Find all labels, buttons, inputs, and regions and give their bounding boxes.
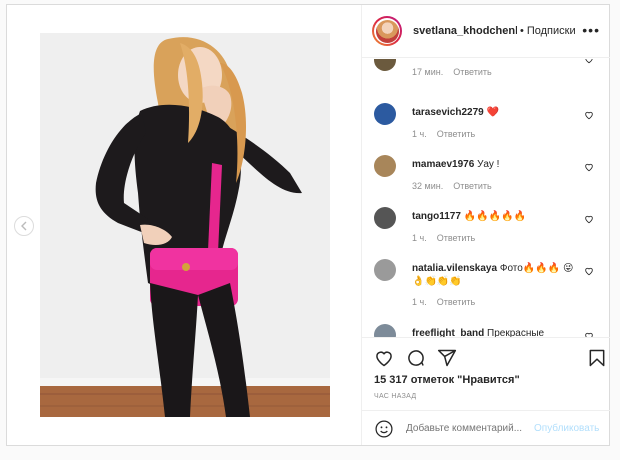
like-heart-icon[interactable] xyxy=(374,348,394,368)
comment-username[interactable]: natalia.vilenskaya xyxy=(412,263,497,274)
add-comment-row: Опубликовать xyxy=(362,410,610,446)
comment-time: 1 ч. xyxy=(412,233,427,243)
bookmark-icon[interactable] xyxy=(587,348,607,368)
reply-button[interactable]: Ответить xyxy=(453,67,491,77)
comment-text: Прекрасные xyxy=(487,328,545,337)
comment-time: 1 ч. xyxy=(412,297,427,307)
post-photo[interactable] xyxy=(40,33,330,417)
post-media xyxy=(7,5,362,445)
emoji-icon[interactable] xyxy=(374,419,394,439)
comment-item: 17 мин. Ответить xyxy=(362,59,610,101)
comments-list: 17 мин. Ответить tarasevich2279 ❤️ 1 ч. От… xyxy=(362,59,610,337)
reply-button[interactable]: Ответить xyxy=(437,233,475,243)
share-icon[interactable] xyxy=(437,348,457,368)
comment-avatar[interactable] xyxy=(374,259,396,281)
like-comment-icon[interactable] xyxy=(584,266,594,276)
comment-time: 1 ч. xyxy=(412,129,427,139)
post-timestamp[interactable]: ЧАС НАЗАД xyxy=(374,393,416,400)
post-actions: 15 317 отметок "Нравится" ЧАС НАЗАД Опуб… xyxy=(362,337,610,445)
like-comment-icon[interactable] xyxy=(584,59,594,64)
chevron-left-icon xyxy=(21,221,27,231)
comment-item: tarasevich2279 ❤️ 1 ч. Ответить xyxy=(362,103,610,155)
comment-item: freeflight_band Прекрасные xyxy=(362,324,610,337)
comment-item: natalia.vilenskaya Фото🔥🔥🔥 😜👌👏👏👏 1 ч. Отв… xyxy=(362,259,610,323)
reply-button[interactable]: Ответить xyxy=(437,129,475,139)
comment-avatar[interactable] xyxy=(374,155,396,177)
comment-text: Уау ! xyxy=(477,159,500,170)
reply-button[interactable]: Ответить xyxy=(453,181,491,191)
add-comment-input[interactable] xyxy=(406,423,531,434)
post-header: svetlana_khodchenkova • Подписки ••• xyxy=(362,5,610,58)
like-comment-icon[interactable] xyxy=(584,214,594,224)
comment-avatar[interactable] xyxy=(374,59,396,71)
comment-item: mamaev1976 Уау ! 32 мин. Ответить xyxy=(362,155,610,207)
comment-text: ❤️ xyxy=(486,107,499,118)
more-options-icon[interactable]: ••• xyxy=(582,23,600,37)
like-comment-icon[interactable] xyxy=(584,110,594,120)
comment-username[interactable]: tango1177 xyxy=(412,211,461,222)
likes-count[interactable]: 15 317 отметок "Нравится" xyxy=(374,374,520,386)
comment-time: 17 мин. xyxy=(412,67,444,77)
instagram-post: svetlana_khodchenkova • Подписки ••• 17 … xyxy=(6,4,610,446)
following-button[interactable]: Подписки xyxy=(527,25,576,37)
author-username[interactable]: svetlana_khodchenkova xyxy=(413,25,517,37)
comment-username[interactable]: freeflight_band xyxy=(412,328,484,337)
comment-item: tango1177 🔥🔥🔥🔥🔥 1 ч. Ответить xyxy=(362,207,610,259)
comment-username[interactable]: mamaev1976 xyxy=(412,159,474,170)
comment-text: 🔥🔥🔥🔥🔥 xyxy=(463,211,526,222)
author-avatar[interactable] xyxy=(372,16,402,46)
separator-dot: • xyxy=(520,25,524,37)
comment-avatar[interactable] xyxy=(374,324,396,337)
comment-icon[interactable] xyxy=(406,348,426,368)
post-sidebar: svetlana_khodchenkova • Подписки ••• 17 … xyxy=(362,5,610,445)
comment-username[interactable]: tarasevich2279 xyxy=(412,107,484,118)
comment-time: 32 мин. xyxy=(412,181,444,191)
comment-avatar[interactable] xyxy=(374,207,396,229)
previous-post-button[interactable] xyxy=(14,216,34,236)
reply-button[interactable]: Ответить xyxy=(437,297,475,307)
publish-button[interactable]: Опубликовать xyxy=(534,423,599,434)
like-comment-icon[interactable] xyxy=(584,162,594,172)
comment-avatar[interactable] xyxy=(374,103,396,125)
